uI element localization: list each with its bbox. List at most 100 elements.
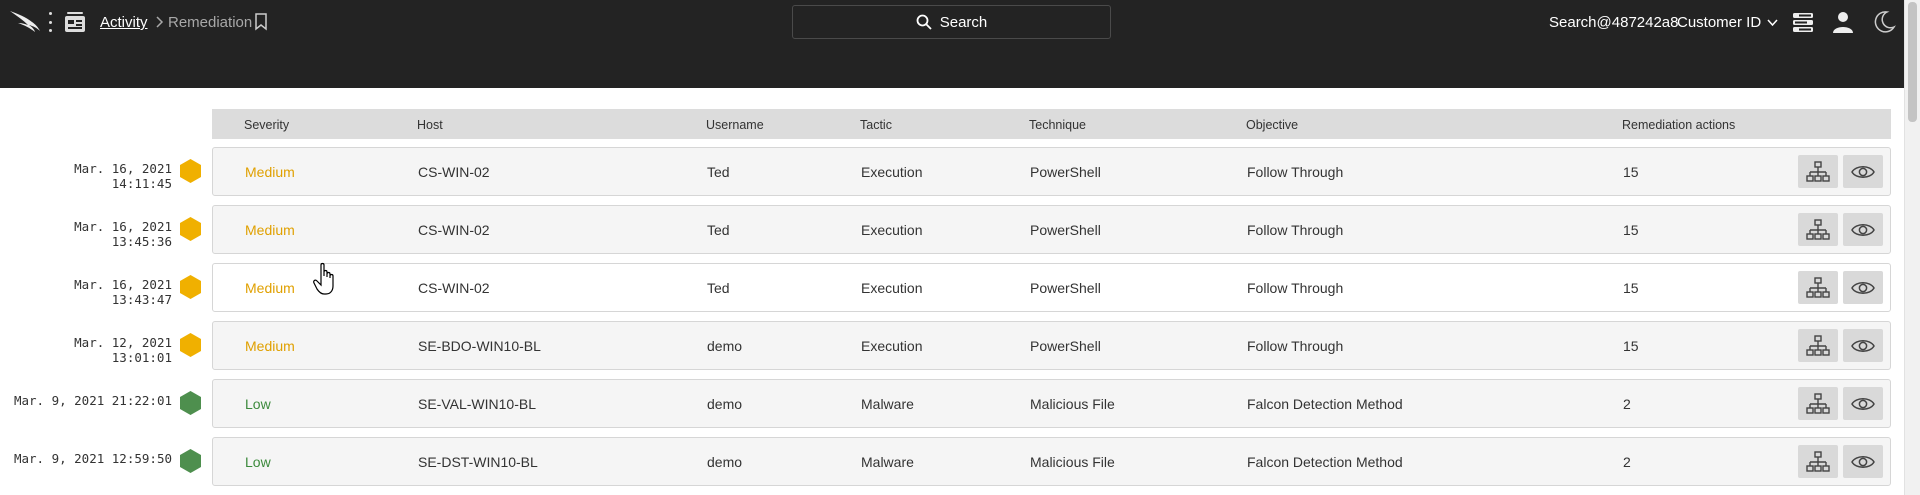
row-timestamp: Mar. 9, 2021 21:22:01 xyxy=(13,393,172,408)
cell-remediation-actions: 2 xyxy=(1623,396,1631,412)
user-icon[interactable] xyxy=(1831,10,1855,34)
view-details-button[interactable] xyxy=(1843,445,1883,478)
process-tree-icon xyxy=(1806,392,1830,414)
table-row[interactable]: Medium CS-WIN-02 Ted Execution PowerShell Fol… xyxy=(212,263,1891,312)
row-timestamp: Mar. 16, 2021 13:43:47 xyxy=(74,277,172,307)
row-timestamp: Mar. 9, 2021 12:59:50 xyxy=(13,451,172,466)
page-scrollbar[interactable] xyxy=(1904,0,1920,495)
user-account-label[interactable]: Search@487242a8 xyxy=(1549,14,1679,31)
chevron-right-icon xyxy=(156,16,164,28)
moon-icon[interactable] xyxy=(1872,10,1896,34)
row-timestamp: Mar. 12, 2021 13:01:01 xyxy=(74,335,172,365)
cell-technique: PowerShell xyxy=(1030,338,1101,354)
cell-technique: PowerShell xyxy=(1030,222,1101,238)
cell-objective: Follow Through xyxy=(1247,222,1344,238)
cell-username: Ted xyxy=(707,164,730,180)
severity-hexagon-icon xyxy=(180,275,201,299)
cell-tactic: Malware xyxy=(861,454,914,470)
process-tree-icon xyxy=(1806,276,1830,298)
eye-icon xyxy=(1851,165,1875,178)
view-details-button[interactable] xyxy=(1843,271,1883,304)
cell-host: SE-BDO-WIN10-BL xyxy=(418,338,541,354)
search-label: Search xyxy=(939,13,988,31)
process-tree-icon xyxy=(1806,334,1830,356)
cell-tactic: Execution xyxy=(861,280,923,296)
severity-hexagon-icon xyxy=(180,217,201,241)
process-tree-icon xyxy=(1806,160,1830,182)
column-header-technique[interactable]: Technique xyxy=(1029,118,1086,132)
cell-severity: Medium xyxy=(245,338,295,354)
process-tree-icon xyxy=(1806,218,1830,240)
view-details-button[interactable] xyxy=(1843,155,1883,188)
table-row[interactable]: Medium CS-WIN-02 Ted Execution PowerShell Fol… xyxy=(212,205,1891,254)
view-details-button[interactable] xyxy=(1843,329,1883,362)
column-header-objective[interactable]: Objective xyxy=(1246,118,1298,132)
process-tree-button[interactable] xyxy=(1798,329,1838,362)
cell-username: Ted xyxy=(707,280,730,296)
column-header-remediation-actions[interactable]: Remediation actions xyxy=(1622,118,1735,132)
dashboard-icon[interactable] xyxy=(1791,10,1815,34)
view-details-button[interactable] xyxy=(1843,387,1883,420)
cell-technique: PowerShell xyxy=(1030,164,1101,180)
process-tree-button[interactable] xyxy=(1798,445,1838,478)
cell-technique: Malicious File xyxy=(1030,454,1115,470)
cell-remediation-actions: 15 xyxy=(1623,280,1639,296)
breadcrumb-current: Remediation xyxy=(168,14,253,31)
column-header-severity[interactable]: Severity xyxy=(244,118,289,132)
cell-remediation-actions: 15 xyxy=(1623,222,1639,238)
process-tree-icon xyxy=(1806,450,1830,472)
customer-id-label: Customer ID xyxy=(1677,14,1762,31)
cell-remediation-actions: 2 xyxy=(1623,454,1631,470)
eye-icon xyxy=(1851,397,1875,410)
column-header-host[interactable]: Host xyxy=(417,118,443,132)
severity-hexagon-icon xyxy=(180,333,201,357)
cell-tactic: Execution xyxy=(861,338,923,354)
cell-host: CS-WIN-02 xyxy=(418,164,490,180)
eye-icon xyxy=(1851,281,1875,294)
cell-severity: Low xyxy=(245,396,271,412)
eye-icon xyxy=(1851,455,1875,468)
cell-severity: Low xyxy=(245,454,271,470)
search-icon xyxy=(916,14,932,30)
table-row[interactable]: Medium CS-WIN-02 Ted Execution PowerShell Fol… xyxy=(212,147,1891,196)
process-tree-button[interactable] xyxy=(1798,155,1838,188)
bookmark-icon[interactable] xyxy=(254,13,268,31)
activity-app-icon[interactable] xyxy=(64,11,86,33)
cell-host: CS-WIN-02 xyxy=(418,280,490,296)
cell-severity: Medium xyxy=(245,164,295,180)
table-row[interactable]: Low SE-VAL-WIN10-BL demo Malware Malicious F… xyxy=(212,379,1891,428)
cell-tactic: Execution xyxy=(861,164,923,180)
cell-objective: Falcon Detection Method xyxy=(1247,454,1403,470)
breadcrumb-activity-link[interactable]: Activity xyxy=(100,14,148,31)
process-tree-button[interactable] xyxy=(1798,271,1838,304)
row-timestamp: Mar. 16, 2021 13:45:36 xyxy=(74,219,172,249)
falcon-logo-icon[interactable] xyxy=(8,8,42,34)
cell-objective: Follow Through xyxy=(1247,164,1344,180)
column-header-tactic[interactable]: Tactic xyxy=(860,118,892,132)
customer-id-dropdown[interactable]: Customer ID xyxy=(1677,14,1778,31)
eye-icon xyxy=(1851,223,1875,236)
cell-username: demo xyxy=(707,454,743,470)
cell-technique: Malicious File xyxy=(1030,396,1115,412)
table-header: Severity Host Username Tactic Technique … xyxy=(212,109,1891,139)
cell-technique: PowerShell xyxy=(1030,280,1101,296)
cell-objective: Falcon Detection Method xyxy=(1247,396,1403,412)
cell-host: SE-DST-WIN10-BL xyxy=(418,454,538,470)
process-tree-button[interactable] xyxy=(1798,387,1838,420)
cell-username: Ted xyxy=(707,222,730,238)
table-row[interactable]: Low SE-DST-WIN10-BL demo Malware Malicious F… xyxy=(212,437,1891,486)
cell-tactic: Malware xyxy=(861,396,914,412)
scrollbar-thumb[interactable] xyxy=(1908,2,1917,122)
column-header-username[interactable]: Username xyxy=(706,118,764,132)
cell-host: CS-WIN-02 xyxy=(418,222,490,238)
search-button[interactable]: Search xyxy=(792,5,1111,39)
process-tree-button[interactable] xyxy=(1798,213,1838,246)
table-row[interactable]: Medium SE-BDO-WIN10-BL demo Execution PowerS… xyxy=(212,321,1891,370)
cell-severity: Medium xyxy=(245,280,295,296)
hand-cursor-icon xyxy=(313,262,334,295)
view-details-button[interactable] xyxy=(1843,213,1883,246)
cell-tactic: Execution xyxy=(861,222,923,238)
vertical-dots-icon[interactable] xyxy=(47,12,53,32)
cell-objective: Follow Through xyxy=(1247,338,1344,354)
cell-host: SE-VAL-WIN10-BL xyxy=(418,396,536,412)
